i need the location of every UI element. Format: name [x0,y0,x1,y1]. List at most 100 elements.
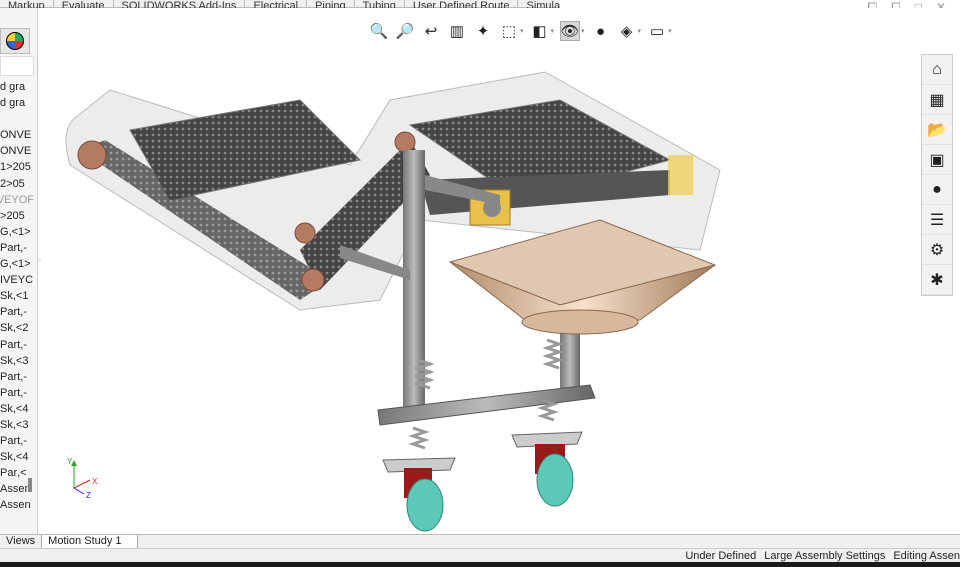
dynamic-annotation-views-icon: ✦ [476,23,490,40]
tree-filter-input[interactable] [0,56,34,76]
custom-properties-icon: ☰ [929,211,945,229]
dropdown-arrow-icon[interactable]: ▾ [551,27,555,35]
previous-view-button[interactable]: ↩ [421,21,441,41]
command-tab-evaluate[interactable]: Evaluate [53,0,114,8]
command-tab-tubing[interactable]: Tubing [354,0,405,8]
triad-y-label: Y [67,458,73,466]
file-explorer-tab[interactable]: 📂 [922,115,952,145]
tree-item[interactable]: Assen [0,497,34,513]
appearances-tab[interactable]: ● [922,175,952,205]
tree-item[interactable]: -,Part [0,304,34,320]
tree-item[interactable]: 05<2 [0,176,34,192]
hide-show-items-button[interactable]: 👁 [560,21,581,41]
view-settings-button[interactable]: ▭ [647,21,667,41]
status-bar: Under Defined Large Assembly Settings Edit… [0,548,960,562]
reference-triad: X Y Z [66,457,106,501]
command-tab-simulation[interactable]: Simulation [518,0,560,8]
apply-scene-button[interactable]: ◈ [617,21,637,41]
xpress-products-icon: ✱ [930,271,944,289]
feature-tree: d gra d gra ONVE ONVE 205<1 05<2 VEYOF 205< <1>,… [0,79,34,514]
view-orientation-button[interactable]: ⬚ [499,21,519,41]
panel-splitter-handle[interactable]: ◦ [38,255,44,271]
display-style-button[interactable]: ◧ [530,21,550,41]
tree-item[interactable]: 3>,Sk [0,417,34,433]
tab-motion-study-1[interactable]: Motion Study 1 [42,535,139,548]
custom-properties-tab[interactable]: ☰ [922,205,952,235]
design-library-tab[interactable]: ▦ [922,85,952,115]
command-tab-electrical[interactable]: Electrical [245,0,308,8]
zoom-to-fit-button[interactable]: 🔍 [369,21,389,41]
task-pane-tabs: ⌂ ▦ 📂 ▣ ● ☰ ⚙ ✱ [921,54,953,296]
dropdown-arrow-icon[interactable]: ▾ [581,27,585,35]
hide-show-items-icon: 👁 [560,23,580,40]
tree-item[interactable]: 1>,Sk [0,288,34,304]
appearances-icon: ● [932,180,942,198]
tree-item[interactable]: 4>,Sk [0,401,34,417]
section-view-icon: ▥ [449,23,465,40]
file-explorer-icon: 📂 [927,121,947,139]
tree-item[interactable]: ONVE [0,127,34,143]
edit-appearance-button[interactable]: ● [591,21,611,41]
tree-scrollbar[interactable] [28,478,32,492]
status-0: Under Defined [685,550,757,562]
tree-item[interactable]: -,Part [0,240,34,256]
view-orientation-icon: ⬚ [501,23,517,40]
tree-item[interactable]: d gra [0,95,34,111]
tree-item[interactable]: -,Part [0,433,34,449]
tree-item[interactable]: <1>,G [0,256,34,272]
triad-z-label: Z [86,491,91,498]
view-settings-icon: ▭ [649,23,665,40]
previous-view-icon: ↩ [424,23,438,40]
tree-item[interactable]: VEYOF [0,192,34,208]
tree-item[interactable]: IVEYC [0,272,34,288]
section-view-button[interactable]: ▥ [447,21,467,41]
command-tab-solidworks-add-ins[interactable]: SOLIDWORKS Add-Ins [113,0,246,8]
command-tab-markup[interactable]: Markup [0,0,54,8]
view-palette-icon: ▣ [929,151,945,169]
appearance-icon [6,32,24,50]
edit-appearance-icon: ● [596,22,606,40]
solidworks-forum-icon: ⚙ [929,241,945,259]
view-palette-tab[interactable]: ▣ [922,145,952,175]
tree-item[interactable] [0,111,34,127]
tree-item[interactable]: 205< [0,208,34,224]
tree-item[interactable]: 2>,Sk [0,320,34,336]
feature-manager-panel: d gra d gra ONVE ONVE 205<1 05<2 VEYOF 205< <1>,… [0,8,38,534]
tree-item[interactable]: 4>,Sk [0,449,34,465]
heads-up-view-toolbar: 🔍 🔎 ↩ ▥ ✦ ⬚ ▾ ◧ ▾ 👁 ▾ ● ◈ ▾ ▭ ▾ [369,21,672,41]
home-tab[interactable]: ⌂ [922,55,952,85]
taskbar [0,562,960,567]
status-2: Editing Assen [893,550,960,562]
tree-item[interactable]: -,Part [0,385,34,401]
tree-item[interactable]: ONVE [0,143,34,159]
display-style-icon: ◧ [532,23,547,40]
triad-x-label: X [92,477,98,486]
tree-item[interactable]: 3>,Sk [0,353,34,369]
dropdown-arrow-icon[interactable]: ▾ [668,27,672,35]
graphics-area[interactable]: 🔍 🔎 ↩ ▥ ✦ ⬚ ▾ ◧ ▾ 👁 ▾ ● ◈ ▾ ▭ ▾ [39,8,960,534]
solidworks-forum-tab[interactable]: ⚙ [922,235,952,265]
display-manager-tab[interactable] [0,28,30,54]
home-icon: ⌂ [932,60,942,78]
zoom-to-area-icon: 🔎 [395,23,415,40]
design-library-icon: ▦ [929,91,945,109]
dropdown-arrow-icon[interactable]: ▾ [638,27,642,35]
status-1[interactable]: Large Assembly Settings [764,549,885,562]
command-manager-tabs: Markup Evaluate SOLIDWORKS Add-Ins Electric… [0,0,560,8]
tree-item[interactable]: d gra [0,79,34,95]
apply-scene-icon: ◈ [620,23,633,40]
zoom-to-fit-icon: 🔍 [369,23,389,40]
dynamic-annotation-views-button[interactable]: ✦ [473,21,493,41]
dropdown-arrow-icon[interactable]: ▾ [520,27,524,35]
tree-item[interactable]: -,Part [0,369,34,385]
zoom-to-area-button[interactable]: 🔎 [395,21,415,41]
conveyor-assembly-model [65,71,721,532]
tree-item[interactable]: -,Part [0,337,34,353]
tree-item[interactable]: <1>,G [0,224,34,240]
tree-item[interactable]: 205<1 [0,159,34,175]
command-tab-piping[interactable]: Piping [307,0,355,8]
tab-views[interactable]: Views [0,535,43,548]
model-tabs: Views Motion Study 1 [0,534,960,548]
xpress-products-tab[interactable]: ✱ [922,265,952,295]
command-tab-user-defined-route[interactable]: User Defined Route [404,0,519,8]
